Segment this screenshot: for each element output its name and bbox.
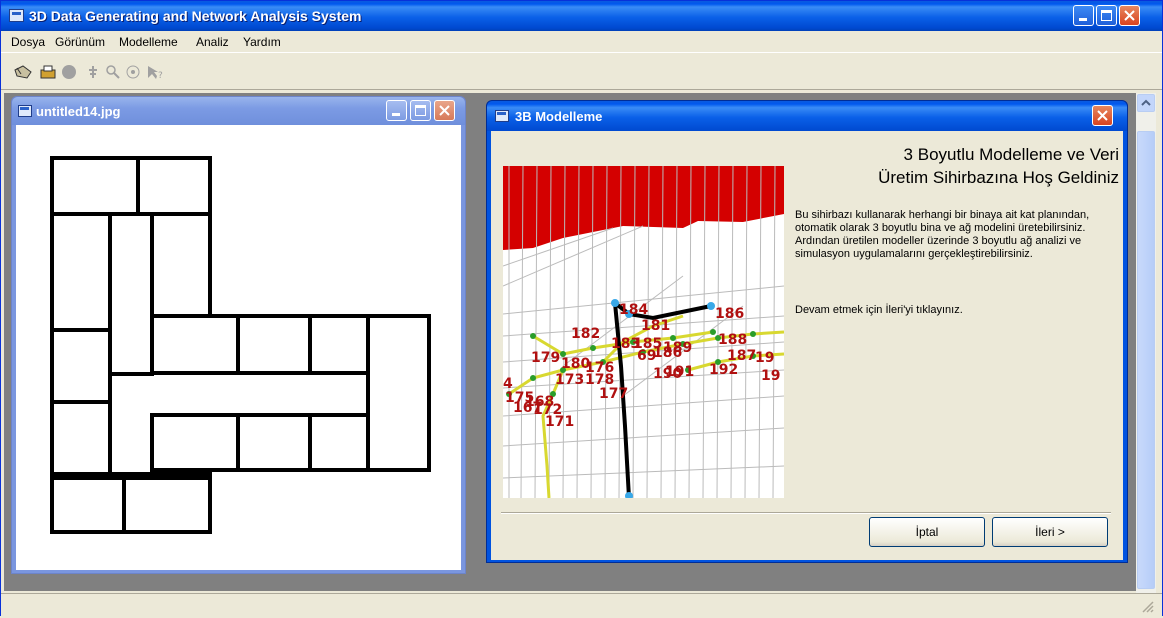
pan-icon[interactable] (85, 64, 101, 80)
app-window-icon (495, 110, 509, 122)
cancel-button[interactable]: İptal (869, 517, 985, 547)
node-label: 179 (531, 350, 560, 366)
menu-bar: Dosya Görünüm Modelleme Analiz Yardım (1, 31, 1162, 53)
floorplan-image (16, 125, 461, 570)
close-icon (1124, 10, 1135, 21)
zoom-icon[interactable] (105, 64, 121, 80)
toolbar: ? (1, 54, 1162, 90)
wizard-titlebar[interactable]: 3B Modelleme (487, 101, 1127, 131)
wizard-window[interactable]: 3B Modelleme 184 186 181 182 183 185 188… (486, 100, 1128, 563)
floorplan-window[interactable]: untitled14.jpg (11, 96, 466, 574)
node-label: 186 (653, 345, 682, 361)
vertical-scrollbar[interactable] (1136, 93, 1156, 616)
node-label: 181 (641, 318, 670, 334)
node-label: 173 (555, 372, 584, 388)
wizard-description: Bu sihirbazı kullanarak herhangi bir bin… (795, 209, 1090, 260)
scroll-up-button[interactable] (1137, 94, 1155, 112)
wizard-continue-text: Devam etmek için İleri'yi tıklayınız. (795, 304, 963, 316)
hand-pointer-icon[interactable] (13, 64, 35, 80)
node-label: 192 (709, 362, 738, 378)
node-label: 19 (755, 350, 774, 366)
menu-analiz[interactable]: Analiz (196, 35, 229, 49)
app-icon (9, 9, 24, 22)
node-label: 69 (637, 348, 656, 364)
floorplan-maximize-button[interactable] (410, 100, 431, 121)
node-label: 171 (545, 414, 574, 430)
chevron-up-icon (1141, 99, 1151, 106)
maximize-button[interactable] (1096, 5, 1117, 26)
minimize-button[interactable] (1073, 5, 1094, 26)
menu-gorunum[interactable]: Görünüm (55, 35, 105, 49)
scroll-thumb[interactable] (1137, 131, 1155, 589)
menu-dosya[interactable]: Dosya (11, 35, 45, 49)
menu-modelleme[interactable]: Modelleme (119, 35, 178, 49)
node-label: 184 (619, 302, 648, 318)
app-title: 3D Data Generating and Network Analysis … (29, 8, 362, 24)
floor-plan-drawing (50, 156, 431, 534)
wizard-heading-line1: 3 Boyutlu Modelleme ve Veri (903, 145, 1119, 164)
query-icon[interactable]: ? (146, 64, 166, 80)
wizard-heading-line2: Üretim Sihirbazına Hoş Geldiniz (878, 168, 1119, 187)
floorplan-title: untitled14.jpg (36, 104, 121, 119)
menu-yardim[interactable]: Yardım (243, 35, 281, 49)
circle-icon[interactable] (61, 64, 77, 80)
resize-grip-icon[interactable] (1141, 600, 1155, 614)
node-label: 188 (718, 332, 747, 348)
application-window: 3D Data Generating and Network Analysis … (0, 0, 1163, 616)
node-label: 186 (715, 306, 744, 322)
wizard-separator (501, 512, 1111, 514)
node-label: 177 (599, 386, 628, 402)
app-titlebar[interactable]: 3D Data Generating and Network Analysis … (1, 1, 1162, 31)
wizard-heading: 3 Boyutlu Modelleme ve Veri Üretim Sihir… (783, 143, 1119, 189)
close-icon (439, 105, 450, 116)
node-label: 182 (571, 326, 600, 342)
status-bar (1, 593, 1162, 616)
wizard-body: 184 186 181 182 183 185 188 189 186 69 1… (491, 131, 1123, 560)
target-icon[interactable] (125, 64, 141, 80)
node-label: 19 (761, 368, 780, 384)
close-button[interactable] (1119, 5, 1140, 26)
node-label: 191 (665, 364, 694, 380)
floorplan-titlebar[interactable]: untitled14.jpg (12, 97, 465, 125)
close-icon (1097, 110, 1108, 121)
network-model-render: 184 186 181 182 183 185 188 189 186 69 1… (503, 166, 784, 498)
printer-icon[interactable] (38, 64, 58, 80)
floorplan-close-button[interactable] (434, 100, 455, 121)
image-icon (18, 105, 32, 117)
svg-text:?: ? (158, 71, 163, 80)
next-button[interactable]: İleri > (992, 517, 1108, 547)
wizard-close-button[interactable] (1092, 105, 1113, 126)
floorplan-minimize-button[interactable] (386, 100, 407, 121)
wizard-3d-model-image: 184 186 181 182 183 185 188 189 186 69 1… (503, 166, 784, 498)
wizard-title: 3B Modelleme (515, 109, 603, 124)
